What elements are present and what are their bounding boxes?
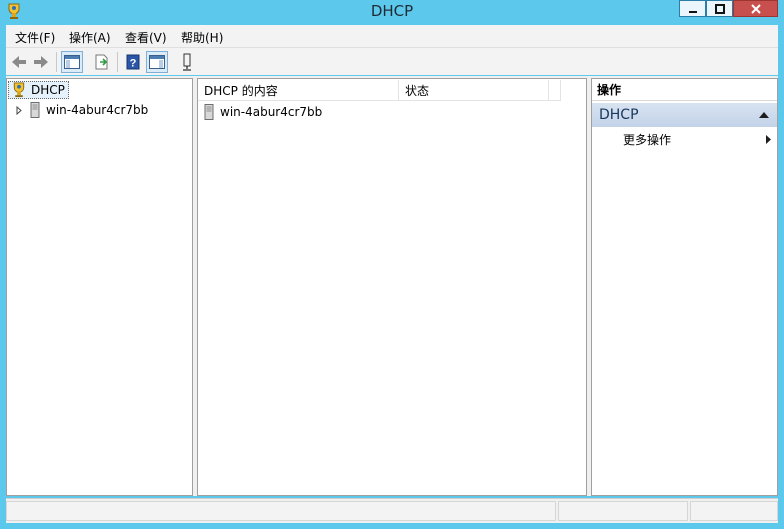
column-header-filler <box>549 80 561 101</box>
menu-help[interactable]: 帮助(H) <box>181 29 223 46</box>
toolbar-separator <box>117 52 118 72</box>
tree-item-dhcp[interactable]: DHCP <box>8 81 69 99</box>
forward-arrow-icon[interactable] <box>30 51 52 73</box>
actions-section-dhcp[interactable]: DHCP <box>592 103 777 127</box>
maximize-button[interactable] <box>706 0 733 17</box>
collapse-up-icon[interactable] <box>759 112 769 118</box>
column-header-name[interactable]: DHCP 的内容 <box>198 80 399 101</box>
server-icon <box>30 102 40 118</box>
menu-file[interactable]: 文件(F) <box>15 29 55 46</box>
status-bar <box>6 498 778 523</box>
list-item-name: win-4abur4cr7bb <box>220 105 323 119</box>
console-tree-pane[interactable]: DHCP win-4abur4cr7bb <box>6 78 193 496</box>
menu-view[interactable]: 查看(V) <box>125 29 167 46</box>
dhcp-icon <box>13 82 25 98</box>
tree-item-label: DHCP <box>31 83 65 97</box>
content-pane[interactable]: DHCP 的内容 状态 win-4abur4cr7bb <box>197 78 587 496</box>
back-arrow-icon[interactable] <box>8 51 30 73</box>
export-list-icon[interactable] <box>91 51 113 73</box>
menu-action[interactable]: 操作(A) <box>69 29 111 46</box>
submenu-arrow-icon <box>766 135 771 144</box>
window-title: DHCP <box>370 2 414 20</box>
show-console-tree-icon[interactable] <box>61 51 83 73</box>
toolbar-separator <box>56 52 57 72</box>
more-actions-item[interactable]: 更多操作 <box>592 129 777 149</box>
expand-arrow-icon[interactable] <box>16 105 24 115</box>
actions-section-label: DHCP <box>599 107 639 123</box>
more-actions-label: 更多操作 <box>623 132 672 147</box>
svg-text:?: ? <box>130 58 137 70</box>
status-segment-main <box>6 501 556 521</box>
minimize-button[interactable] <box>679 0 706 17</box>
close-icon <box>750 3 761 14</box>
status-segment <box>558 501 688 521</box>
tree-item-server[interactable]: win-4abur4cr7bb <box>16 101 148 119</box>
show-action-pane-icon[interactable] <box>146 51 168 73</box>
list-item[interactable]: win-4abur4cr7bb <box>204 103 322 121</box>
tree-item-label: win-4abur4cr7bb <box>46 103 149 117</box>
maximize-icon <box>714 3 725 14</box>
menu-bar: 文件(F) 操作(A) 查看(V) 帮助(H) <box>6 25 778 47</box>
server-icon <box>204 104 214 120</box>
main-area: DHCP win-4abur4cr7bb DHCP 的内容 状态 win-4ab… <box>6 76 778 496</box>
minimize-icon <box>688 10 697 13</box>
status-segment <box>690 501 778 521</box>
close-button[interactable] <box>733 0 778 17</box>
column-header-status[interactable]: 状态 <box>399 80 549 101</box>
help-icon[interactable]: ? <box>122 51 144 73</box>
server-status-icon[interactable] <box>176 51 198 73</box>
actions-pane-title: 操作 <box>592 79 777 101</box>
toolbar: ? <box>6 47 778 75</box>
action-pane: 操作 DHCP 更多操作 <box>591 78 778 496</box>
